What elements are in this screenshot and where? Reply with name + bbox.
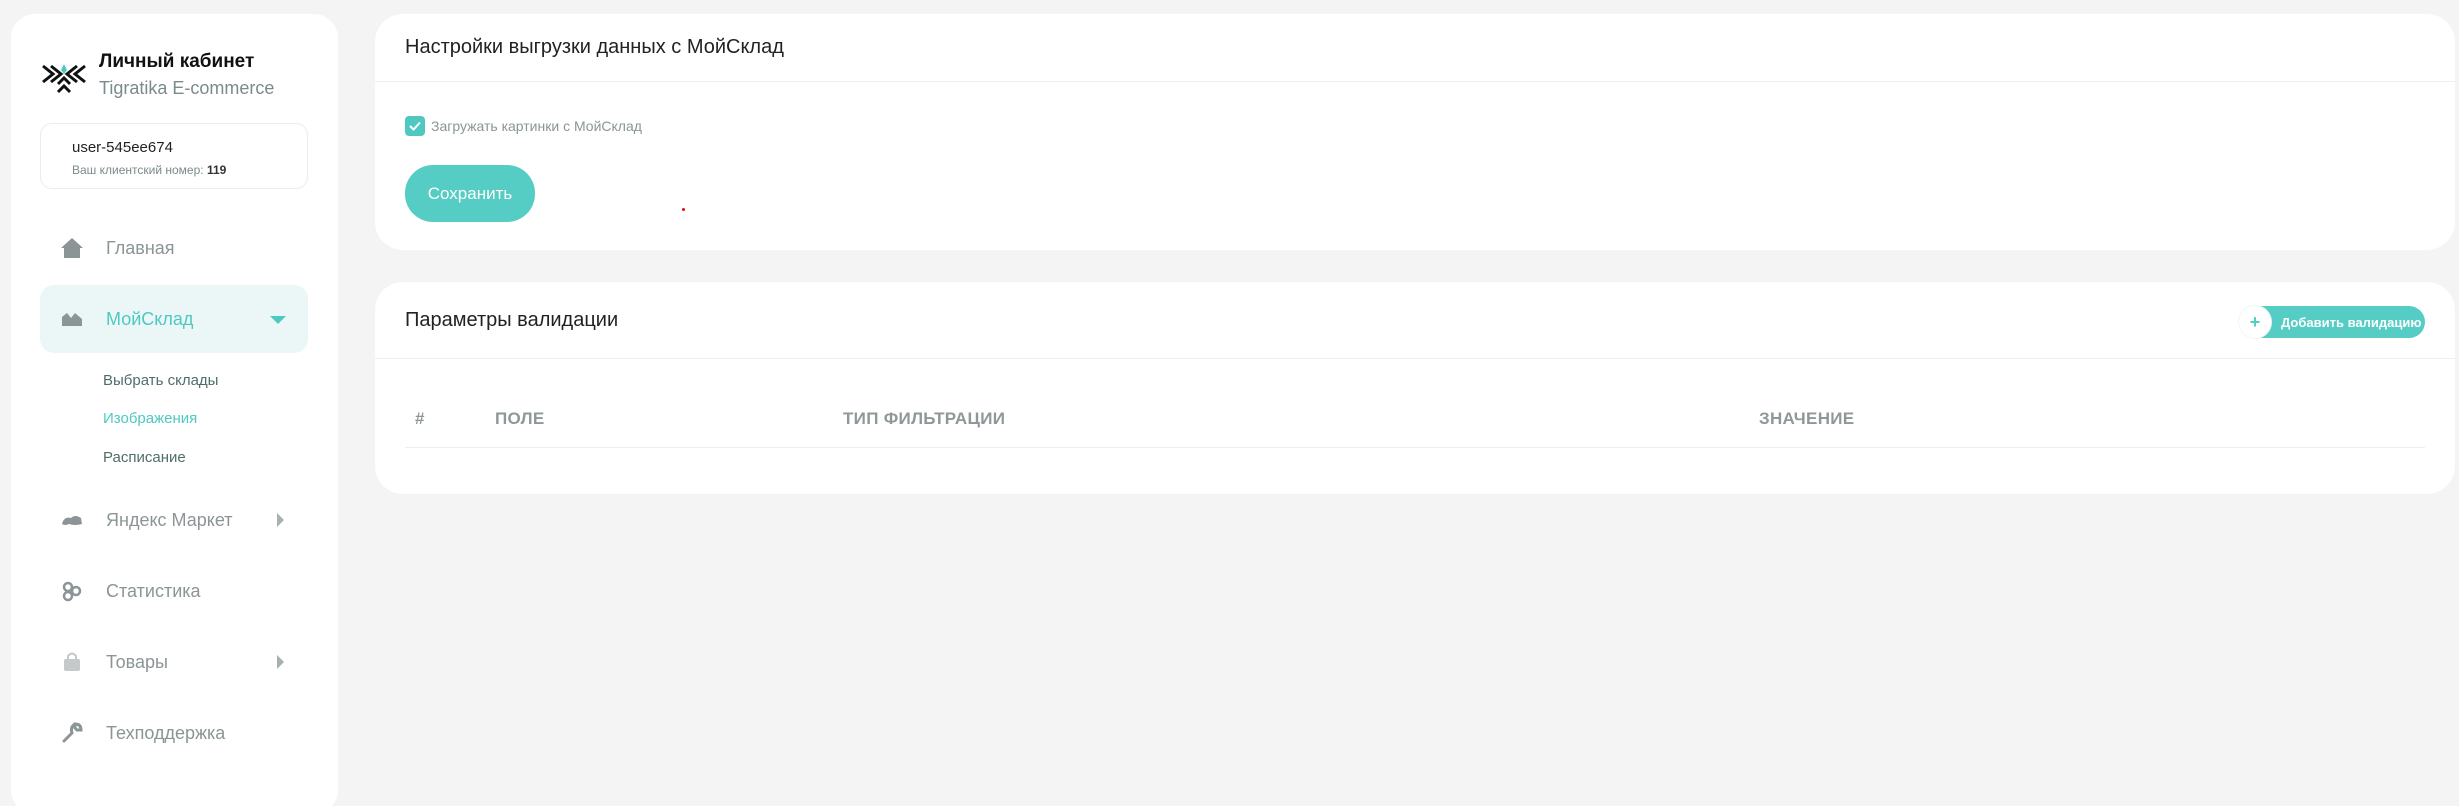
validation-title: Параметры валидации xyxy=(375,282,2455,359)
column-header-index: # xyxy=(415,409,425,428)
tigratika-logo-icon xyxy=(42,64,86,94)
client-number-label: Ваш клиентский номер: xyxy=(72,163,204,177)
brand-subtitle: Tigratika E-commerce xyxy=(99,78,275,98)
sidebar-item-yandex-market[interactable]: Яндекс Маркет xyxy=(40,486,308,554)
wrench-icon xyxy=(60,721,84,745)
checkmark-icon xyxy=(409,121,421,131)
home-icon xyxy=(60,236,84,260)
statistics-icon xyxy=(60,579,84,603)
load-images-option[interactable]: Загружать картинки с МойСклад xyxy=(405,116,642,136)
chevron-down-icon xyxy=(270,316,286,324)
marker-dot xyxy=(682,208,685,211)
sidebar-item-label: Статистика xyxy=(106,580,201,601)
sidebar-item-label: Главная xyxy=(106,237,175,258)
column-header-filter-type: ТИП ФИЛЬТРАЦИИ xyxy=(843,409,1006,428)
validation-card: Параметры валидации + Добавить валидацию… xyxy=(375,282,2455,494)
table-divider xyxy=(405,447,2425,448)
add-validation-button[interactable]: + Добавить валидацию xyxy=(2239,306,2425,338)
sidebar-item-label: МойСклад xyxy=(106,308,194,329)
export-settings-card: Настройки выгрузки данных с МойСклад Заг… xyxy=(375,14,2455,250)
column-header-value: ЗНАЧЕНИЕ xyxy=(1759,409,1855,428)
shopping-bag-icon xyxy=(60,650,84,674)
client-number-value: 119 xyxy=(206,163,227,177)
load-images-label: Загружать картинки с МойСклад xyxy=(431,118,642,134)
user-name: user-545ee674 xyxy=(72,139,173,156)
sidebar-item-support[interactable]: Техподдержка xyxy=(40,699,308,767)
plus-icon: + xyxy=(2239,306,2271,338)
sidebar: Личный кабинет Tigratika E-commerce user… xyxy=(11,14,338,806)
chevron-right-icon xyxy=(277,513,284,527)
sidebar-item-moysklad[interactable]: МойСклад xyxy=(40,285,308,353)
sidebar-subitem-schedule[interactable]: Расписание xyxy=(103,449,186,466)
chevron-right-icon xyxy=(277,655,284,669)
app: Личный кабинет Tigratika E-commerce user… xyxy=(0,0,2459,806)
save-button[interactable]: Сохранить xyxy=(405,165,535,222)
sidebar-subitem-images[interactable]: Изображения xyxy=(103,410,197,427)
sidebar-item-home[interactable]: Главная xyxy=(40,214,308,282)
sidebar-item-goods[interactable]: Товары xyxy=(40,628,308,696)
load-images-checkbox[interactable] xyxy=(405,116,425,136)
yandex-market-icon xyxy=(60,508,84,532)
sidebar-item-label: Яндекс Маркет xyxy=(106,509,233,530)
sidebar-item-label: Товары xyxy=(106,651,168,672)
sidebar-item-statistics[interactable]: Статистика xyxy=(40,557,308,625)
brand-title: Личный кабинет xyxy=(99,51,255,72)
add-validation-label: Добавить валидацию xyxy=(2281,314,2422,330)
column-header-field: ПОЛЕ xyxy=(495,409,545,428)
sidebar-item-label: Техподдержка xyxy=(106,722,226,743)
client-number: Ваш клиентский номер: 119 xyxy=(72,163,307,177)
warehouse-icon xyxy=(60,307,84,331)
user-card[interactable]: user-545ee674 Ваш клиентский номер: 119 xyxy=(40,123,308,189)
export-settings-title: Настройки выгрузки данных с МойСклад xyxy=(375,14,2455,82)
sidebar-subitem-warehouses[interactable]: Выбрать склады xyxy=(103,372,218,389)
brand[interactable]: Личный кабинет Tigratika E-commerce xyxy=(41,50,274,102)
